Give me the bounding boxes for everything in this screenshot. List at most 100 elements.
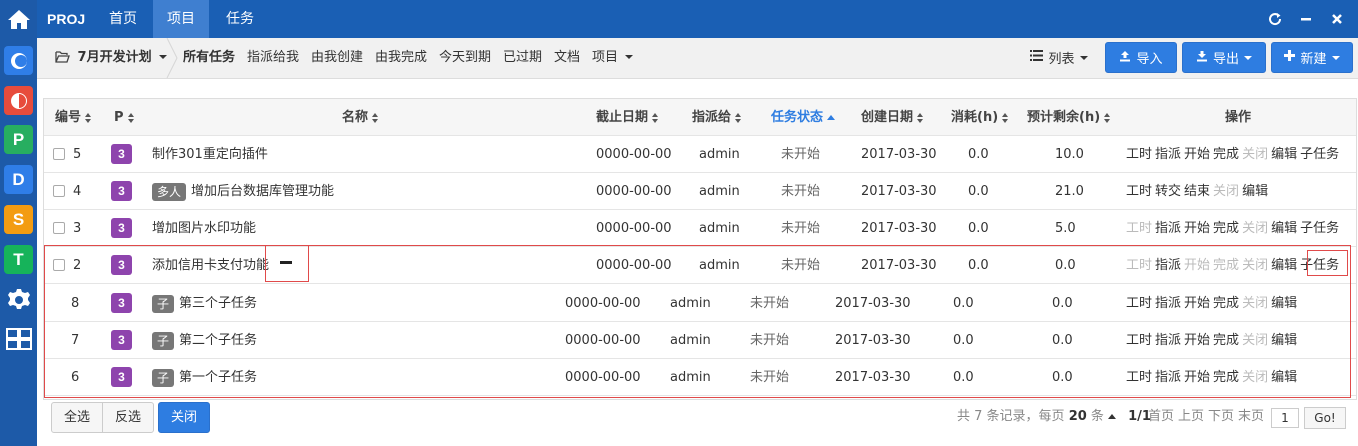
cell-created: 2017-03-30: [861, 184, 937, 199]
plus-icon: [1284, 50, 1296, 65]
project-picker[interactable]: 7月开发计划: [55, 38, 168, 80]
action-link[interactable]: 编辑: [1271, 147, 1297, 162]
action-link[interactable]: 指派: [1155, 147, 1181, 162]
task-name-link[interactable]: 增加后台数据库管理功能: [191, 184, 334, 199]
col-name[interactable]: 名称: [342, 99, 379, 136]
view-list-button[interactable]: 列表: [1027, 42, 1091, 73]
close-icon[interactable]: [1327, 9, 1347, 29]
nav-project[interactable]: 项目: [153, 0, 209, 38]
app-p-icon[interactable]: P: [4, 125, 33, 154]
nav-home[interactable]: 首页: [95, 0, 151, 38]
cell-spent: 0.0: [968, 184, 989, 199]
action-link[interactable]: 完成: [1213, 221, 1239, 236]
task-id: 4: [73, 184, 82, 199]
row-actions: 工时 指派 开始 完成 关闭 编辑 子任务: [1126, 210, 1342, 247]
col-spent[interactable]: 消耗(h): [951, 99, 1009, 136]
per-page-value[interactable]: 20: [1069, 409, 1087, 424]
tab-docs[interactable]: 文档: [554, 38, 580, 78]
home-icon[interactable]: [4, 4, 33, 33]
page-number-input[interactable]: 1: [1271, 408, 1299, 428]
last-page-link[interactable]: 末页: [1238, 400, 1264, 434]
tab-project-menu[interactable]: 项目: [592, 38, 634, 78]
col-actions: 操作: [1225, 110, 1252, 125]
cell-due: 0000-00-00: [596, 221, 672, 236]
action-link[interactable]: 编辑: [1271, 221, 1297, 236]
chevron-down-icon: [1079, 55, 1088, 60]
table-header: 编号 P 名称 截止日期 指派给 任务状态 创建日期 消耗(h) 预计剩余(h)…: [44, 99, 1356, 136]
cell-created: 2017-03-30: [861, 221, 937, 236]
sub-toolbar: 7月开发计划 所有任务 指派给我 由我创建 由我完成 今天到期 已过期 文档 项…: [37, 38, 1358, 79]
caret-up-icon: [1107, 414, 1116, 419]
action-link[interactable]: 工时: [1126, 184, 1152, 199]
batch-close-button[interactable]: 关闭: [158, 402, 210, 433]
tab-finished-by-me[interactable]: 由我完成: [375, 38, 427, 78]
row-checkbox[interactable]: [53, 148, 65, 160]
prev-page-link[interactable]: 上页: [1178, 400, 1204, 434]
action-link[interactable]: 子任务: [1300, 147, 1339, 162]
col-id[interactable]: 编号: [55, 99, 92, 136]
app-d-icon[interactable]: D: [4, 165, 33, 194]
action-link[interactable]: 关闭: [1213, 184, 1239, 199]
grid-apps-icon[interactable]: [4, 324, 33, 353]
row-checkbox[interactable]: [53, 222, 65, 234]
minimize-icon[interactable]: [1296, 9, 1316, 29]
task-name-link[interactable]: 增加图片水印功能: [152, 221, 256, 236]
task-name-cell: 增加图片水印功能: [152, 210, 256, 247]
action-link[interactable]: 关闭: [1242, 221, 1268, 236]
table-row: 5 3 制作301重定向插件 0000-00-00 admin 未开始 2017-03-30…: [44, 136, 1356, 173]
tab-due-today[interactable]: 今天到期: [439, 38, 491, 78]
priority-badge: 3: [111, 218, 132, 238]
action-link[interactable]: 转交: [1155, 184, 1181, 199]
import-label: 导入: [1136, 52, 1163, 67]
nav-task[interactable]: 任务: [212, 0, 268, 38]
tab-project-label: 项目: [592, 50, 619, 65]
action-link[interactable]: 关闭: [1242, 147, 1268, 162]
task-name-cell: 多人 增加后台数据库管理功能: [152, 173, 334, 210]
app-c-icon[interactable]: [4, 46, 33, 75]
tab-overdue[interactable]: 已过期: [503, 38, 542, 78]
go-button[interactable]: Go!: [1304, 407, 1346, 429]
action-link[interactable]: 工时: [1126, 147, 1152, 162]
tab-assigned-to-me[interactable]: 指派给我: [247, 38, 299, 78]
row-actions: 工时 转交 结束 关闭 编辑: [1126, 173, 1271, 210]
invert-select-button[interactable]: 反选: [102, 402, 154, 433]
action-link[interactable]: 编辑: [1242, 184, 1268, 199]
brand-logo: PROJ: [47, 11, 86, 27]
action-link[interactable]: 子任务: [1300, 221, 1339, 236]
action-link[interactable]: 工时: [1126, 221, 1152, 236]
col-left[interactable]: 预计剩余(h): [1027, 99, 1111, 136]
task-name-link[interactable]: 制作301重定向插件: [152, 147, 268, 162]
import-button[interactable]: 导入: [1105, 42, 1177, 73]
app-s-icon[interactable]: S: [4, 205, 33, 234]
tab-all-tasks[interactable]: 所有任务: [183, 38, 235, 78]
action-link[interactable]: 指派: [1155, 221, 1181, 236]
export-button[interactable]: 导出: [1182, 42, 1266, 73]
col-priority[interactable]: P: [114, 99, 135, 136]
col-created[interactable]: 创建日期: [861, 99, 924, 136]
tab-created-by-me[interactable]: 由我创建: [311, 38, 363, 78]
refresh-icon[interactable]: [1265, 9, 1285, 29]
table-row: 3 3 增加图片水印功能 0000-00-00 admin 未开始 2017-03-30 0.…: [44, 210, 1356, 247]
first-page-link[interactable]: 首页: [1148, 400, 1174, 434]
create-label: 新建: [1300, 52, 1327, 67]
row-checkbox[interactable]: [53, 185, 65, 197]
create-button[interactable]: 新建: [1271, 42, 1353, 73]
col-assignee[interactable]: 指派给: [692, 99, 742, 136]
app-t-icon[interactable]: T: [4, 245, 33, 274]
sort-icon: [127, 112, 135, 123]
action-link[interactable]: 开始: [1184, 221, 1210, 236]
select-all-button[interactable]: 全选: [51, 402, 103, 433]
col-status[interactable]: 任务状态: [771, 99, 836, 136]
breadcrumb-divider: [166, 38, 178, 78]
action-link[interactable]: 结束: [1184, 184, 1210, 199]
next-page-link[interactable]: 下页: [1208, 400, 1234, 434]
cell-assignee: admin: [699, 221, 740, 236]
chevron-down-icon: [1331, 55, 1340, 60]
col-due[interactable]: 截止日期: [596, 99, 659, 136]
download-icon: [1196, 50, 1208, 66]
action-link[interactable]: 开始: [1184, 147, 1210, 162]
action-link[interactable]: 完成: [1213, 147, 1239, 162]
folder-open-icon: [55, 40, 70, 80]
gear-icon[interactable]: [4, 285, 33, 314]
app-o-icon[interactable]: [4, 86, 33, 115]
